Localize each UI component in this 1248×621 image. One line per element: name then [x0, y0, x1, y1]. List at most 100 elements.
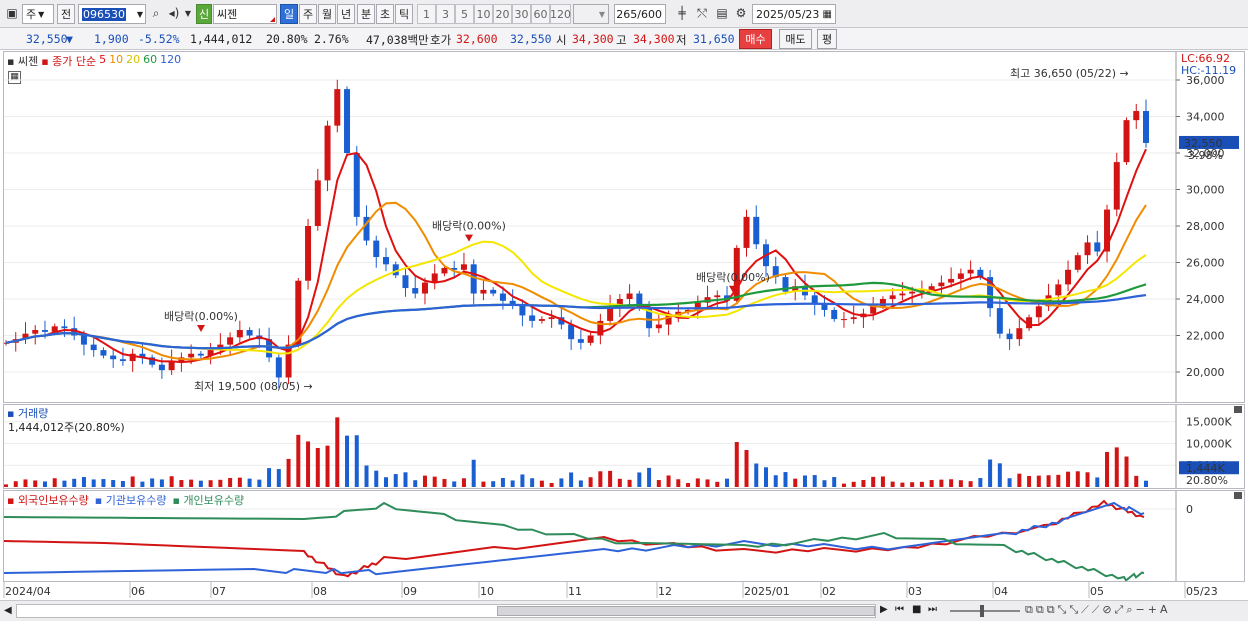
date-field[interactable]: 2025/05/23 ▦: [752, 4, 836, 24]
stock-code-input[interactable]: 096530 ▼: [78, 4, 146, 24]
interval-custom-select[interactable]: ▼: [573, 4, 609, 24]
x-tick-label: 2025/01: [744, 585, 790, 598]
candle-body: [383, 257, 389, 265]
period-day[interactable]: 일: [280, 4, 298, 24]
volume-bar: [471, 459, 476, 487]
interval-120[interactable]: 120: [550, 4, 571, 24]
scroll-right-icon[interactable]: ▶: [880, 604, 888, 615]
interval-30[interactable]: 30: [512, 4, 531, 24]
compare-button[interactable]: 전: [57, 4, 75, 24]
volume-bar: [802, 475, 807, 487]
stop-icon[interactable]: ■: [912, 604, 921, 615]
volume-bar: [783, 472, 788, 487]
candle-body: [1006, 333, 1013, 340]
fast-forward-icon[interactable]: ⏭: [928, 604, 937, 615]
candle-body: [831, 309, 838, 320]
candle-body: [100, 350, 107, 356]
volume-bar: [705, 479, 710, 487]
save-icon[interactable]: ▤: [714, 5, 730, 21]
candle-body: [353, 153, 360, 217]
volume-bar: [910, 482, 915, 487]
period-year[interactable]: 년: [337, 4, 355, 24]
scrollbar-track[interactable]: [16, 604, 876, 618]
volume-bar: [695, 478, 700, 487]
dividend-marker: [465, 234, 473, 242]
x-tick-label: 05: [1090, 585, 1104, 598]
volume-bar: [4, 484, 8, 487]
candle-type-icon[interactable]: ╪: [674, 5, 690, 21]
calendar-icon[interactable]: ▦: [823, 9, 832, 20]
interval-5[interactable]: 5: [455, 4, 474, 24]
candle-body: [246, 330, 253, 336]
volume-bar: [880, 476, 885, 487]
candle-body: [1113, 162, 1120, 210]
stock-name-label: 씨젠: [217, 8, 238, 21]
quote-high-label: 고: [616, 33, 627, 47]
candle-body: [1123, 120, 1130, 163]
quote-price: 32,550: [26, 32, 68, 46]
tool-icons[interactable]: ⧉⧉⧉⤡⤡⟋⟋⊘⤢⌕−+A: [1025, 603, 1170, 617]
dividend-annotation: 배당락(0.00%): [164, 310, 238, 323]
candle-body: [90, 344, 97, 351]
market-select[interactable]: 주 ▼: [22, 4, 54, 24]
volume-bar: [851, 481, 856, 487]
volume-bar: [978, 478, 983, 487]
interval-20[interactable]: 20: [493, 4, 512, 24]
volume-bar: [1124, 456, 1129, 487]
volume-bar: [520, 474, 525, 487]
period-second[interactable]: 초: [376, 4, 394, 24]
candle-body: [119, 359, 126, 362]
period-month[interactable]: 월: [318, 4, 336, 24]
volume-bar: [413, 480, 418, 487]
speaker-dropdown-icon[interactable]: ▼: [183, 5, 193, 21]
volume-bar: [1046, 475, 1051, 487]
scroll-left-icon[interactable]: ◀: [4, 605, 12, 616]
period-tick[interactable]: 틱: [395, 4, 413, 24]
candle-body: [655, 324, 662, 329]
market-select-label: 주: [26, 8, 37, 21]
scrollbar-thumb[interactable]: [497, 606, 875, 616]
holding-chart[interactable]: 0-2,000,000: [4, 491, 1244, 581]
indicator-icon[interactable]: ⤲: [694, 5, 710, 21]
count-field[interactable]: 265/600: [614, 4, 666, 24]
search-icon[interactable]: ⌕: [148, 5, 164, 21]
volume-bar: [1007, 478, 1012, 487]
stock-name-field[interactable]: 씨젠: [213, 4, 277, 24]
volume-bar: [101, 479, 106, 487]
volume-bar: [539, 480, 544, 487]
interval-60[interactable]: 60: [531, 4, 550, 24]
speaker-icon[interactable]: ◂): [166, 5, 182, 21]
candle-body: [460, 264, 467, 270]
volume-bar: [120, 481, 125, 487]
quote-amount: 47,038백만: [366, 33, 429, 47]
volume-bar: [179, 480, 184, 487]
price-chart[interactable]: 36,00034,00032,00030,00028,00026,00024,0…: [4, 52, 1244, 402]
volume-bar: [754, 463, 759, 487]
eval-button[interactable]: 평: [817, 29, 837, 49]
window-menu-icon[interactable]: ▣: [4, 5, 20, 21]
zoom-slider[interactable]: [950, 605, 1020, 617]
period-week[interactable]: 주: [299, 4, 317, 24]
quote-volume-ratio: 20.80%: [266, 32, 308, 46]
period-minute[interactable]: 분: [357, 4, 375, 24]
quote-bid-label: 호가: [430, 33, 452, 47]
interval-1[interactable]: 1: [417, 4, 436, 24]
volume-bar: [949, 479, 954, 487]
interval-3[interactable]: 3: [436, 4, 455, 24]
volume-bar: [958, 480, 963, 487]
candle-body: [568, 324, 575, 340]
rewind-icon[interactable]: ⏮: [895, 604, 904, 615]
volume-bar: [812, 475, 817, 487]
candle-body: [1065, 269, 1072, 285]
candle-body: [548, 317, 555, 320]
y-tick-label: 36,000: [1186, 74, 1225, 87]
gear-icon[interactable]: ⚙: [733, 5, 749, 21]
interval-10[interactable]: 10: [474, 4, 493, 24]
volume-chart[interactable]: 15,000K10,000K5,000K1,444K20.80%: [4, 405, 1244, 488]
dividend-annotation: 배당락(0.00%): [432, 220, 506, 233]
volume-bar: [1075, 471, 1080, 487]
candle-body: [1016, 328, 1023, 340]
buy-button[interactable]: 매수: [739, 29, 772, 49]
high-annotation: 최고 36,650 (05/22) →: [1010, 67, 1129, 80]
sell-button[interactable]: 매도: [779, 29, 812, 49]
